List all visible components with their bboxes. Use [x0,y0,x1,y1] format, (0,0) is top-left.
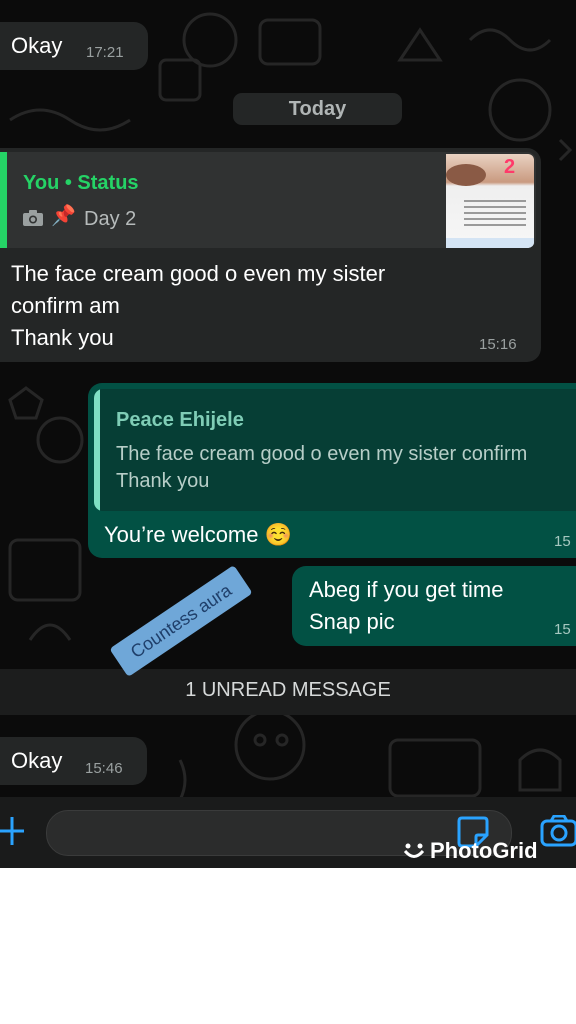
date-divider-label: Today [288,98,347,120]
message-text: Abeg if you get time Snap pic [309,574,503,638]
unread-divider: 1 UNREAD MESSAGE [0,669,576,715]
status-thumbnail[interactable]: 2 [446,154,534,248]
plus-icon[interactable] [0,815,28,847]
camera-icon[interactable] [540,814,576,847]
message-bubble-incoming[interactable]: Okay 17:21 [0,22,148,70]
camera-icon [23,210,43,226]
thumbnail-eye [446,164,486,186]
pin-icon: 📌 [51,205,76,227]
message-time: 15:16 [479,336,517,353]
thumbnail-badge: 2 [504,156,516,178]
message-text: The face cream good o even my sister con… [11,258,481,354]
message-line: Abeg if you get time [309,577,504,602]
blank-area [0,868,576,1024]
chat-window: Okay 17:21 Today You • Status 📌 Day 2 2 … [0,0,576,868]
quote-text: The face cream good o even my sister con… [116,443,528,465]
thumbnail-text-lines [464,200,526,230]
watermark-text: PhotoGrid [430,838,538,863]
quoted-message[interactable]: Peace Ehijele The face cream good o even… [94,389,576,511]
quote-author: You • Status [23,172,139,194]
message-text: Okay [11,748,63,773]
quoted-status[interactable]: You • Status 📌 Day 2 2 [0,152,536,248]
thumbnail-footer [446,238,534,248]
message-line: The face cream good o even my sister [11,261,386,286]
message-bubble-incoming[interactable]: You • Status 📌 Day 2 2 The face cream go… [0,148,541,362]
quote-author: Peace Ehijele [116,409,244,431]
quote-text: Thank you [116,470,210,492]
message-bubble-incoming[interactable]: Okay 15:46 [0,737,147,785]
unread-label: 1 UNREAD MESSAGE [185,679,391,701]
message-text: You’re welcome ☺️ [104,522,292,547]
message-bubble-outgoing[interactable]: Abeg if you get time Snap pic 15 [292,566,576,646]
quote-accent-bar [0,152,7,248]
message-line: Thank you [11,325,114,350]
message-line: Snap pic [309,609,395,634]
message-text: Okay [11,33,63,58]
message-time: 15 [554,533,571,550]
message-time: 15 [554,621,571,638]
photogrid-watermark: PhotoGrid [403,836,538,866]
quote-accent-bar [94,389,100,511]
message-time: 15:46 [85,760,123,777]
quote-text: Day 2 [84,208,137,230]
date-divider: Today [233,93,402,125]
message-bubble-outgoing[interactable]: Peace Ehijele The face cream good o even… [88,383,576,558]
message-time: 17:21 [86,44,124,61]
photogrid-logo-icon [403,842,425,860]
message-line: confirm am [11,293,120,318]
